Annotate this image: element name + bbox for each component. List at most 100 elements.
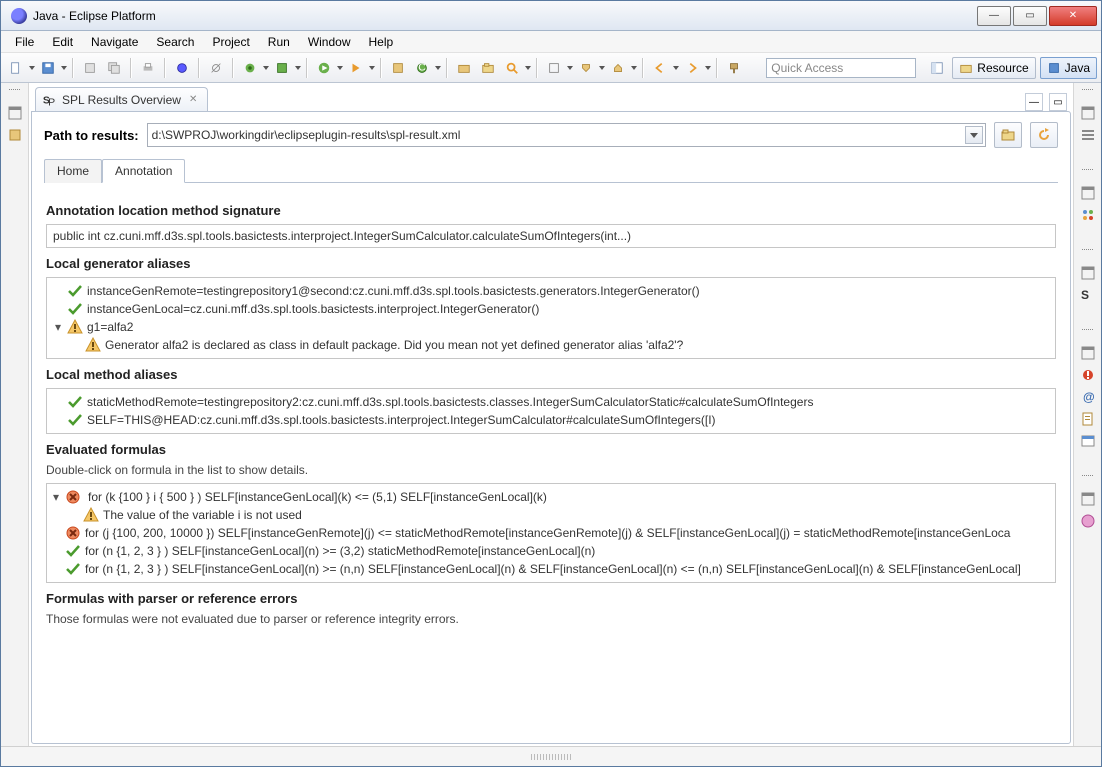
right-trimbar: S @ <box>1073 83 1101 746</box>
menu-help[interactable]: Help <box>361 33 402 51</box>
menu-run[interactable]: Run <box>260 33 298 51</box>
prev-annotation-dropdown[interactable] <box>631 57 637 79</box>
package-explorer-icon[interactable] <box>7 127 23 143</box>
forward-button[interactable] <box>681 57 703 79</box>
back-button[interactable] <box>649 57 671 79</box>
view-tab-spl-results[interactable]: SPL SPL Results Overview ✕ <box>35 87 208 111</box>
perspective-java[interactable]: Java <box>1040 57 1097 79</box>
save-all2-button[interactable] <box>103 57 125 79</box>
coverage-dropdown[interactable] <box>295 57 301 79</box>
restore-view4-icon[interactable] <box>1080 345 1096 361</box>
new-package-button[interactable] <box>387 57 409 79</box>
path-value: d:\SWPROJ\workingdir\eclipseplugin-resul… <box>152 128 461 142</box>
outline-icon[interactable] <box>1080 207 1096 223</box>
close-button[interactable]: ✕ <box>1049 6 1097 26</box>
list-item[interactable]: instanceGenLocal=cz.cuni.mff.d3s.spl.too… <box>53 300 1049 318</box>
list-item[interactable]: Generator alfa2 is declared as class in … <box>53 336 1049 354</box>
browse-button[interactable] <box>994 122 1022 148</box>
restore-view5-icon[interactable] <box>1080 491 1096 507</box>
next-annotation-dropdown[interactable] <box>599 57 605 79</box>
task-list-icon[interactable] <box>1080 127 1096 143</box>
print-button[interactable] <box>137 57 159 79</box>
refresh-button[interactable] <box>1030 122 1058 148</box>
save-button[interactable] <box>37 57 59 79</box>
maximize-view-button[interactable]: ▭ <box>1049 93 1067 111</box>
spl-view-icon[interactable]: S <box>1080 287 1096 303</box>
check-icon <box>67 301 83 317</box>
search-button[interactable] <box>501 57 523 79</box>
open-type-button[interactable] <box>453 57 475 79</box>
tab-home[interactable]: Home <box>44 159 102 183</box>
console-icon[interactable] <box>1080 433 1096 449</box>
open-perspective-button[interactable] <box>926 57 948 79</box>
menu-file[interactable]: File <box>7 33 42 51</box>
expand-icon[interactable]: ▾ <box>51 490 61 504</box>
close-tab-icon[interactable]: ✕ <box>189 94 197 105</box>
expand-icon[interactable]: ▾ <box>53 320 63 334</box>
menu-search[interactable]: Search <box>148 33 202 51</box>
perspective-resource[interactable]: Resource <box>952 57 1035 79</box>
list-item[interactable]: instanceGenRemote=testingrepository1@sec… <box>53 282 1049 300</box>
resize-grip[interactable] <box>531 754 571 760</box>
next-annotation-button[interactable] <box>575 57 597 79</box>
formulas-box[interactable]: ▾for (k {100 } i { 500 } ) SELF[instance… <box>46 483 1056 583</box>
list-item[interactable]: for (n {1, 2, 3 } ) SELF[instanceGenLoca… <box>51 542 1051 560</box>
prev-annotation-button[interactable] <box>607 57 629 79</box>
coverage-button[interactable] <box>271 57 293 79</box>
list-item[interactable]: ▾g1=alfa2 <box>53 318 1049 336</box>
list-item[interactable]: for (n {1, 2, 3 } ) SELF[instanceGenLoca… <box>51 560 1051 578</box>
javadoc-icon[interactable]: @ <box>1080 389 1096 405</box>
run-button[interactable] <box>313 57 335 79</box>
declaration-icon[interactable] <box>1080 411 1096 427</box>
build-button[interactable] <box>171 57 193 79</box>
list-item[interactable]: The value of the variable i is not used <box>51 506 1051 524</box>
error-log-icon[interactable] <box>1080 513 1096 529</box>
menu-project[interactable]: Project <box>204 33 257 51</box>
save-all-button[interactable] <box>79 57 101 79</box>
window-title: Java - Eclipse Platform <box>33 9 975 23</box>
check-icon <box>65 561 81 577</box>
minimize-view-button[interactable]: — <box>1025 93 1043 111</box>
new-button[interactable] <box>5 57 27 79</box>
list-item[interactable]: SELF=THIS@HEAD:cz.cuni.mff.d3s.spl.tools… <box>53 411 1049 429</box>
skip-breakpoints-button[interactable] <box>205 57 227 79</box>
minimize-button[interactable]: — <box>977 6 1011 26</box>
check-icon <box>67 394 83 410</box>
list-item[interactable]: ▾for (k {100 } i { 500 } ) SELF[instance… <box>51 488 1051 506</box>
debug-dropdown[interactable] <box>263 57 269 79</box>
check-icon <box>65 543 81 559</box>
menu-edit[interactable]: Edit <box>44 33 81 51</box>
restore-view-icon[interactable] <box>7 105 23 121</box>
warning-icon <box>83 507 99 523</box>
back-dropdown[interactable] <box>673 57 679 79</box>
run-dropdown[interactable] <box>337 57 343 79</box>
path-combo[interactable]: d:\SWPROJ\workingdir\eclipseplugin-resul… <box>147 123 986 147</box>
toggle-mark-button[interactable] <box>543 57 565 79</box>
problems-icon[interactable] <box>1080 367 1096 383</box>
menu-navigate[interactable]: Navigate <box>83 33 146 51</box>
maximize-button[interactable]: ▭ <box>1013 6 1047 26</box>
list-item[interactable]: staticMethodRemote=testingrepository2:cz… <box>53 393 1049 411</box>
titlebar[interactable]: Java - Eclipse Platform — ▭ ✕ <box>1 1 1101 31</box>
search-dropdown[interactable] <box>525 57 531 79</box>
new-dropdown[interactable] <box>29 57 35 79</box>
list-item[interactable]: for (j {100, 200, 10000 }) SELF[instance… <box>51 524 1051 542</box>
debug-button[interactable] <box>239 57 261 79</box>
forward-dropdown[interactable] <box>705 57 711 79</box>
toggle-mark-dropdown[interactable] <box>567 57 573 79</box>
run-last-dropdown[interactable] <box>369 57 375 79</box>
open-resource-button[interactable] <box>477 57 499 79</box>
quick-access-input[interactable]: Quick Access <box>766 58 916 78</box>
restore-view-icon[interactable] <box>1080 105 1096 121</box>
new-class-button[interactable]: C <box>411 57 433 79</box>
run-last-button[interactable] <box>345 57 367 79</box>
tab-annotation[interactable]: Annotation <box>102 159 185 183</box>
new-class-dropdown[interactable] <box>435 57 441 79</box>
menu-window[interactable]: Window <box>300 33 359 51</box>
chevron-down-icon[interactable] <box>965 126 983 144</box>
pin-button[interactable] <box>723 57 745 79</box>
save-dropdown[interactable] <box>61 57 67 79</box>
restore-view3-icon[interactable] <box>1080 265 1096 281</box>
restore-view2-icon[interactable] <box>1080 185 1096 201</box>
content-scroll[interactable]: Annotation location method signature pub… <box>44 191 1058 733</box>
